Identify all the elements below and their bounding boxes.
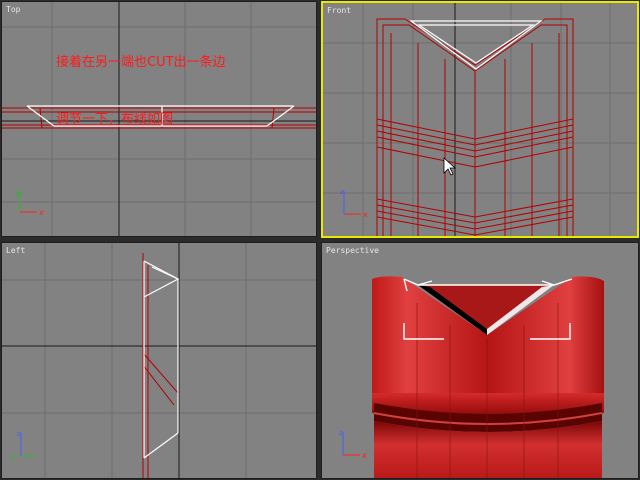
axis-y-label: y <box>11 452 16 461</box>
axis-z-label: z <box>340 188 344 196</box>
axis-x-label: x <box>362 451 367 460</box>
viewport-perspective[interactable]: Perspective x z <box>321 242 639 479</box>
viewport-label-perspective[interactable]: Perspective <box>326 246 379 256</box>
cursor-arrow <box>443 157 457 176</box>
axis-x-label: x <box>39 208 44 217</box>
viewport-front[interactable]: Front x z <box>321 1 639 238</box>
viewport-top[interactable]: Top 接着在另一端也CUT出一条边 调节一下，布线如图 x y <box>1 1 317 237</box>
left-scene <box>2 243 316 478</box>
viewport-label-top[interactable]: Top <box>6 5 20 15</box>
viewport-label-left[interactable]: Left <box>6 246 25 256</box>
axis-gizmo-left: y z <box>11 430 36 461</box>
viewport-label-front[interactable]: Front <box>327 6 351 16</box>
axis-y-label: y <box>16 189 20 197</box>
axis-gizmo-top: x y <box>16 189 44 217</box>
viewport-left[interactable]: Left y z <box>1 242 317 479</box>
axis-z-label: z <box>339 429 343 437</box>
annotation-line-1: 接着在另一端也CUT出一条边 <box>56 55 226 70</box>
annotation-line-2: 调节一下，布线如图 <box>56 112 174 127</box>
axis-gizmo-front: x z <box>340 188 368 219</box>
axis-gizmo-perspective: x z <box>339 429 367 460</box>
annotation-text: 接着在另一端也CUT出一条边 调节一下，布线如图 <box>56 15 226 167</box>
axis-z-label: z <box>17 430 21 438</box>
axis-x-label: x <box>363 210 368 219</box>
